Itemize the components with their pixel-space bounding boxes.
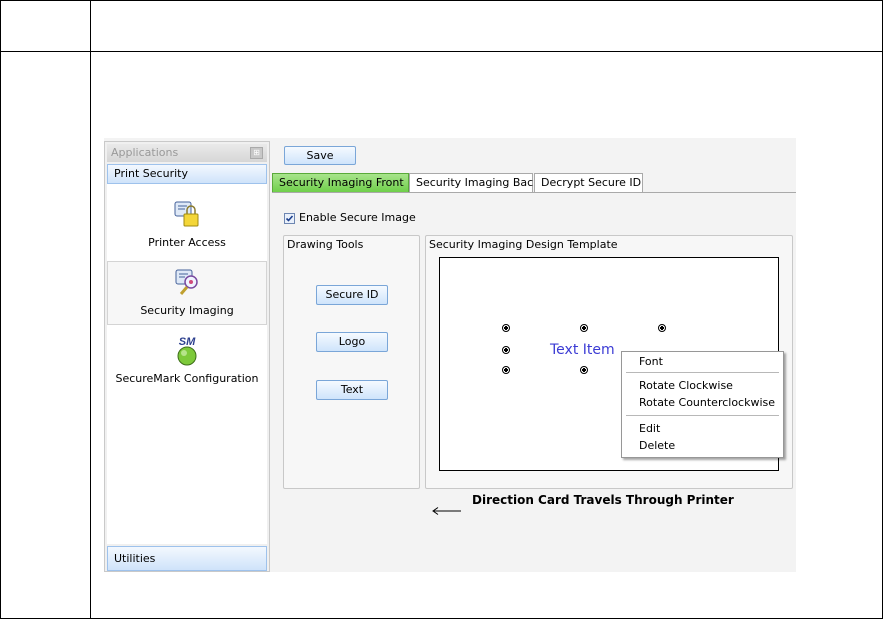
table-cell-header-right: [90, 0, 883, 52]
section-label: Print Security: [114, 167, 188, 180]
button-label: Secure ID: [325, 288, 379, 301]
enable-secure-image-checkbox[interactable]: [284, 213, 295, 224]
tab-label: Security Imaging Front: [279, 176, 404, 189]
menu-item-edit[interactable]: Edit: [639, 422, 660, 435]
menu-item-delete[interactable]: Delete: [639, 439, 675, 452]
tab-security-imaging-front[interactable]: Security Imaging Front: [272, 173, 409, 192]
drawing-tools-group: Drawing Tools Secure ID Logo Text: [283, 235, 420, 489]
context-menu: Font Rotate Clockwise Rotate Countercloc…: [621, 351, 784, 458]
secure-id-button[interactable]: Secure ID: [316, 285, 388, 305]
panel-header: Applications ⊞: [107, 144, 267, 162]
menu-item-font[interactable]: Font: [639, 355, 663, 368]
magnifier-card-icon: [175, 269, 198, 295]
sidebar-item-printer-access[interactable]: Printer Access: [107, 194, 267, 258]
tab-label: Security Imaging Back: [416, 176, 540, 189]
panel-header-title: Applications: [111, 146, 179, 159]
button-label: Logo: [338, 335, 366, 348]
menu-separator: [626, 372, 779, 373]
logo-button[interactable]: Logo: [316, 332, 388, 352]
arrow-left-icon: [432, 507, 461, 515]
tab-label: Decrypt Secure ID: [541, 176, 642, 189]
applications-panel: Applications ⊞ Print Security Printer Ac…: [104, 141, 270, 572]
enable-secure-image-label: Enable Secure Image: [299, 211, 416, 224]
pin-icon[interactable]: ⊞: [250, 147, 263, 159]
tab-security-imaging-back[interactable]: Security Imaging Back: [409, 173, 540, 192]
sidebar-item-label: Printer Access: [148, 236, 226, 249]
save-label: Save: [306, 149, 334, 162]
resize-handle[interactable]: [502, 346, 510, 354]
table-cell-header-left: [0, 0, 91, 52]
resize-handle[interactable]: [658, 324, 666, 332]
resize-handle[interactable]: [580, 324, 588, 332]
resize-handle[interactable]: [502, 366, 510, 374]
securemark-icon: SM: [177, 336, 197, 366]
text-item[interactable]: Text Item: [550, 342, 615, 358]
securemark-badge: SM: [179, 336, 196, 348]
application-window: Applications ⊞ Print Security Printer Ac…: [104, 138, 796, 572]
section-label: Utilities: [114, 552, 156, 565]
section-print-security[interactable]: Print Security: [107, 164, 267, 184]
sidebar-item-securemark-configuration[interactable]: SM SecureMark Configuration: [107, 330, 267, 394]
tab-bar: Security Imaging Front Security Imaging …: [272, 173, 796, 193]
sidebar-item-label: SecureMark Configuration: [115, 372, 259, 385]
table-cell-body-left: [0, 51, 91, 619]
text-button[interactable]: Text: [316, 380, 388, 400]
sidebar-item-security-imaging[interactable]: Security Imaging: [107, 261, 267, 325]
tab-decrypt-secure-id[interactable]: Decrypt Secure ID: [534, 173, 643, 192]
menu-item-rotate-clockwise[interactable]: Rotate Clockwise: [639, 379, 733, 392]
check-icon: [285, 215, 294, 222]
direction-note: Direction Card Travels Through Printer: [472, 493, 734, 507]
design-template-title: Security Imaging Design Template: [429, 238, 618, 251]
button-label: Text: [340, 383, 364, 396]
menu-item-rotate-counterclockwise[interactable]: Rotate Counterclockwise: [639, 396, 775, 409]
section-utilities[interactable]: Utilities: [107, 546, 267, 571]
menu-separator: [626, 415, 779, 416]
sidebar-item-label: Security Imaging: [140, 304, 234, 317]
lock-card-icon: [174, 201, 199, 227]
save-button[interactable]: Save: [284, 146, 356, 165]
resize-handle[interactable]: [580, 366, 588, 374]
drawing-tools-title: Drawing Tools: [287, 238, 364, 251]
resize-handle[interactable]: [502, 324, 510, 332]
